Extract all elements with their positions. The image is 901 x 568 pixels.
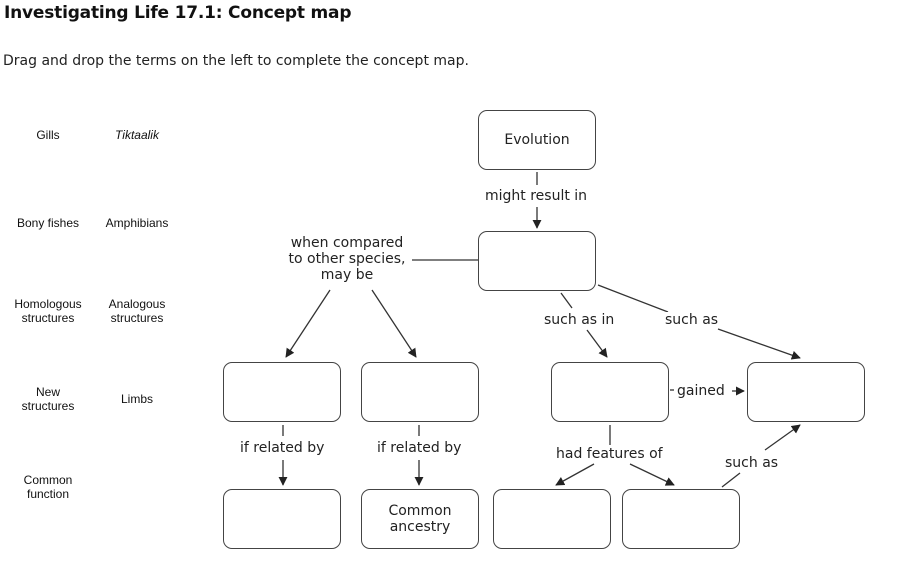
drop-zone-gained[interactable]	[747, 362, 865, 422]
drop-zone-compare-right[interactable]	[361, 362, 479, 422]
link-label-such-as-in: such as in	[544, 312, 615, 328]
concept-map-connectors	[278, 172, 801, 488]
line-result-to-such-as	[597, 284, 669, 313]
arrow-such-as-in	[586, 329, 608, 358]
node-evolution: Evolution	[478, 110, 596, 170]
link-label-such-as-bottom: such as	[725, 455, 779, 471]
arrow-compare-right	[371, 289, 417, 358]
arrow-such-as-top	[717, 328, 801, 360]
link-label-if-related-by-2: if related by	[377, 440, 462, 456]
drop-zone-result[interactable]	[478, 231, 596, 291]
drop-zone-related-left[interactable]	[223, 489, 341, 549]
link-label-if-related-by-1: if related by	[240, 440, 325, 456]
arrow-features-left	[555, 463, 595, 486]
link-label-had-features-of: had features of	[556, 446, 663, 462]
line-result-to-such-as-in	[560, 292, 573, 309]
arrow-such-as-bottom	[764, 424, 801, 451]
link-label-gained: gained	[677, 383, 725, 399]
drop-zone-such-as-in[interactable]	[551, 362, 669, 422]
link-label-such-as-top: such as	[665, 312, 719, 328]
drop-zone-compare-left[interactable]	[223, 362, 341, 422]
arrow-features-right	[629, 463, 675, 486]
link-label-when-compared: when compared to other species, may be	[283, 235, 411, 283]
arrow-compare-left	[285, 289, 331, 358]
node-common-ancestry: Common ancestry	[361, 489, 479, 549]
drop-zone-features-left[interactable]	[493, 489, 611, 549]
drop-zone-features-right[interactable]	[622, 489, 740, 549]
link-label-might-result-in: might result in	[485, 188, 588, 204]
line-bottom-such-as	[721, 472, 741, 488]
